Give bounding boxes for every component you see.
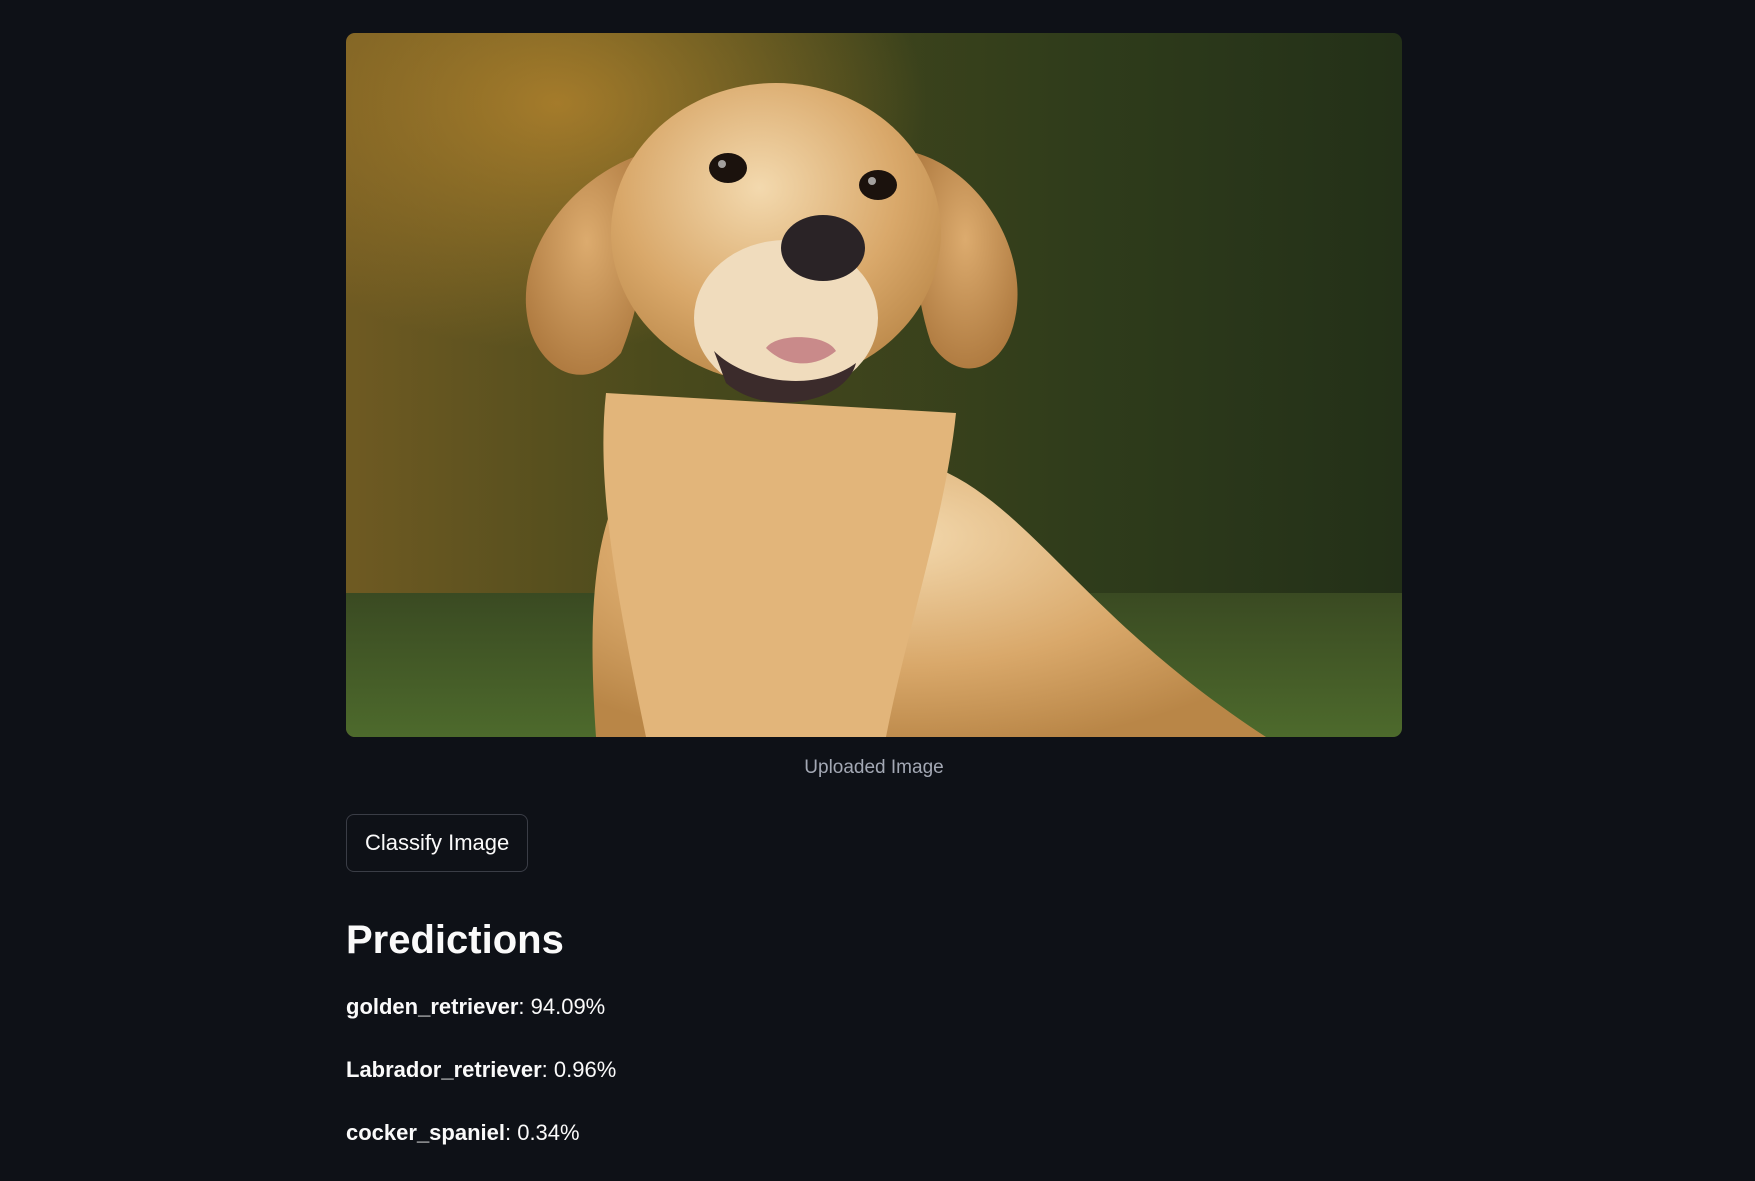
prediction-value: : 0.34% xyxy=(504,1120,580,1145)
prediction-item: cocker_spaniel: 0.34% xyxy=(346,1118,1402,1148)
dog-photo xyxy=(346,33,1402,737)
prediction-item: Labrador_retriever: 0.96% xyxy=(346,1055,1402,1085)
prediction-value: : 0.96% xyxy=(541,1057,617,1082)
uploaded-image xyxy=(346,33,1402,737)
prediction-item: golden_retriever: 94.09% xyxy=(346,992,1402,1022)
classify-image-button[interactable]: Classify Image xyxy=(346,814,529,872)
prediction-label: golden_retriever xyxy=(346,994,519,1019)
image-caption: Uploaded Image xyxy=(804,757,944,778)
prediction-label: cocker_spaniel xyxy=(346,1120,505,1145)
predictions-list: golden_retriever: 94.09% Labrador_retrie… xyxy=(346,992,1402,1148)
prediction-value: : 94.09% xyxy=(518,994,606,1019)
predictions-heading: Predictions xyxy=(346,918,564,962)
prediction-label: Labrador_retriever xyxy=(346,1057,542,1082)
main-content: Uploaded Image Classify Image Prediction… xyxy=(346,33,1402,1181)
